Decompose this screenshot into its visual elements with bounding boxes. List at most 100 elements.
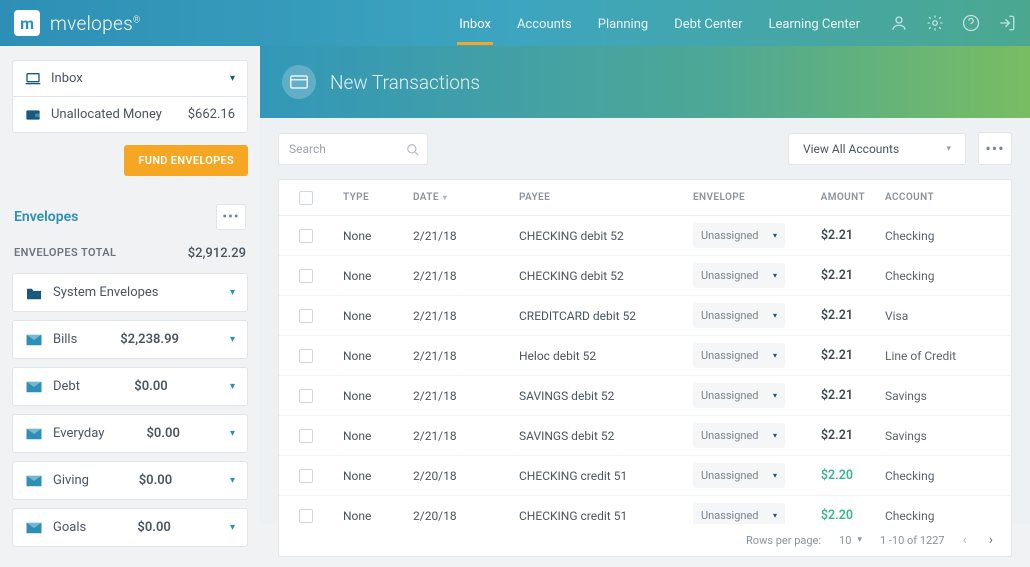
td-account: Savings [865,389,997,403]
toolbar-more-button[interactable]: ••• [978,132,1012,165]
envelope-dropdown[interactable]: Unassigned▾ [693,423,785,448]
envelope-amount: $0.00 [146,426,179,441]
envelope-dropdown[interactable]: Unassigned▾ [693,463,785,488]
accounts-dropdown-label: View All Accounts [803,142,899,156]
envelope-icon [25,427,43,441]
th-type[interactable]: TYPE [343,192,413,203]
th-date[interactable]: DATE▾ [413,192,519,203]
th-amount[interactable]: AMOUNT [795,192,865,203]
td-type: None [343,469,413,483]
row-checkbox[interactable] [299,349,313,363]
chevron-down-icon: ▾ [230,522,235,533]
chevron-down-icon: ▾ [773,511,777,520]
fund-envelopes-button[interactable]: FUND ENVELOPES [124,145,248,176]
sidebar-inbox-label: Inbox [51,71,83,86]
th-account[interactable]: ACCOUNT [865,192,997,203]
td-type: None [343,429,413,443]
envelope-dropdown[interactable]: Unassigned▾ [693,303,785,328]
row-checkbox[interactable] [299,389,313,403]
table-row[interactable]: None2/21/18CHECKING debit 52Unassigned▾$… [279,256,1011,296]
td-account: Checking [865,469,997,483]
chevron-down-icon: ▾ [857,535,862,545]
nav-item-learning-center[interactable]: Learning Center [766,3,862,44]
envelope-dropdown[interactable]: Unassigned▾ [693,343,785,368]
envelope-item-system-envelopes[interactable]: System Envelopes▾ [12,273,248,312]
select-all-checkbox[interactable] [299,191,313,205]
chevron-down-icon: ▾ [230,428,235,439]
td-date: 2/21/18 [413,389,519,403]
envelope-amount: $0.00 [137,520,170,535]
sidebar-unallocated-amount: $662.16 [188,107,235,122]
envelope-dropdown[interactable]: Unassigned▾ [693,503,785,524]
td-date: 2/21/18 [413,309,519,323]
sidebar-inbox-row[interactable]: Inbox ▾ [13,61,247,97]
td-type: None [343,269,413,283]
user-icon[interactable] [890,14,908,32]
nav-item-planning[interactable]: Planning [596,3,650,44]
envelope-item-giving[interactable]: Giving$0.00▾ [12,461,248,500]
table-row[interactable]: None2/20/18CHECKING credit 51Unassigned▾… [279,496,1011,524]
td-payee: CHECKING credit 51 [519,509,693,523]
row-checkbox[interactable] [299,229,313,243]
td-payee: CHECKING credit 51 [519,469,693,483]
nav-item-inbox[interactable]: Inbox [457,3,493,44]
rows-per-page-label: Rows per page: [746,534,821,547]
logout-icon[interactable] [998,14,1016,32]
page-title: New Transactions [330,71,480,94]
td-amount: $2.21 [795,268,865,283]
envelopes-more-button[interactable]: ••• [216,204,246,230]
transactions-table: TYPE DATE▾ PAYEE ENVELOPE AMOUNT ACCOUNT… [278,179,1012,524]
td-payee: CHECKING debit 52 [519,229,693,243]
table-row[interactable]: None2/21/18SAVINGS debit 52Unassigned▾$2… [279,416,1011,456]
help-icon[interactable] [962,14,980,32]
row-checkbox[interactable] [299,469,313,483]
envelopes-section-header: Envelopes ••• [12,194,248,240]
envelope-name: Debt [53,379,80,394]
td-amount: $2.21 [795,428,865,443]
rows-per-page-select[interactable]: 10 ▾ [839,534,862,547]
envelope-item-goals[interactable]: Goals$0.00▾ [12,508,248,547]
chevron-down-icon: ▾ [946,144,951,154]
gear-icon[interactable] [926,14,944,32]
chevron-down-icon: ▾ [773,311,777,320]
chevron-down-icon: ▾ [773,271,777,280]
table-row[interactable]: None2/21/18SAVINGS debit 52Unassigned▾$2… [279,376,1011,416]
envelope-item-bills[interactable]: Bills$2,238.99▾ [12,320,248,359]
accounts-dropdown[interactable]: View All Accounts ▾ [788,133,966,165]
td-payee: SAVINGS debit 52 [519,429,693,443]
row-checkbox[interactable] [299,429,313,443]
td-type: None [343,349,413,363]
table-row[interactable]: None2/20/18CHECKING credit 51Unassigned▾… [279,456,1011,496]
row-checkbox[interactable] [299,509,313,523]
table-row[interactable]: None2/21/18Heloc debit 52Unassigned▾$2.2… [279,336,1011,376]
row-checkbox[interactable] [299,309,313,323]
td-amount: $2.21 [795,228,865,243]
prev-page-button[interactable]: ‹ [963,532,967,548]
envelope-item-everyday[interactable]: Everyday$0.00▾ [12,414,248,453]
td-amount: $2.21 [795,308,865,323]
envelope-amount: $0.00 [139,473,172,488]
row-checkbox[interactable] [299,269,313,283]
td-date: 2/20/18 [413,509,519,523]
chevron-down-icon: ▾ [773,431,777,440]
envelope-name: System Envelopes [53,285,159,300]
table-row[interactable]: None2/21/18CREDITCARD debit 52Unassigned… [279,296,1011,336]
wallet-icon [25,108,41,122]
next-page-button[interactable]: › [989,532,993,548]
th-envelope[interactable]: ENVELOPE [693,192,795,203]
folder-icon [25,286,43,300]
pagination: Rows per page: 10 ▾ 1 -10 of 1227 ‹ › [278,524,1012,557]
table-header: TYPE DATE▾ PAYEE ENVELOPE AMOUNT ACCOUNT [279,180,1011,216]
chevron-down-icon: ▾ [773,391,777,400]
envelope-dropdown[interactable]: Unassigned▾ [693,263,785,288]
nav-item-debt-center[interactable]: Debt Center [672,3,744,44]
th-payee[interactable]: PAYEE [519,192,693,203]
envelope-dropdown[interactable]: Unassigned▾ [693,223,785,248]
table-row[interactable]: None2/21/18CHECKING debit 52Unassigned▾$… [279,216,1011,256]
envelope-amount: $2,238.99 [120,332,179,347]
envelope-dropdown[interactable]: Unassigned▾ [693,383,785,408]
envelope-item-debt[interactable]: Debt$0.00▾ [12,367,248,406]
nav-item-accounts[interactable]: Accounts [515,3,574,44]
td-date: 2/21/18 [413,349,519,363]
envelope-icon [25,380,43,394]
